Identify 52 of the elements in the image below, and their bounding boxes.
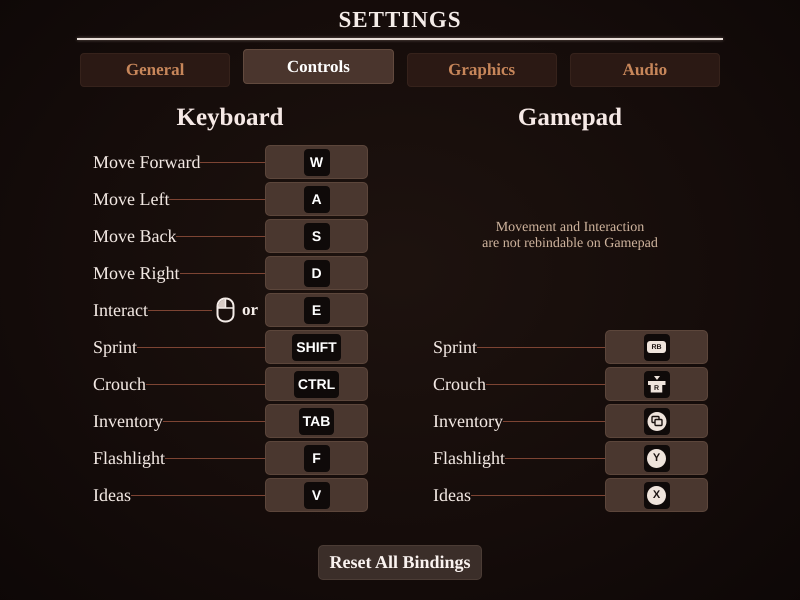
action-label: Move Left — [93, 188, 170, 210]
key-binding-button[interactable]: CTRL — [265, 367, 368, 401]
settings-title: SETTINGS — [338, 6, 462, 34]
reset-bindings-button[interactable]: Reset All Bindings — [318, 545, 482, 580]
action-label: Ideas — [93, 484, 131, 506]
action-label: Sprint — [433, 336, 478, 358]
tab[interactable]: General — [80, 53, 230, 87]
key-binding-button[interactable]: SHIFT — [265, 330, 368, 364]
key-cap: V — [304, 482, 330, 508]
key-cap: D — [304, 260, 330, 286]
action-label: Inventory — [93, 410, 163, 432]
face-button-glyph: Y — [644, 444, 670, 472]
key-binding-button[interactable]: A — [265, 182, 368, 216]
key-cap: S — [304, 222, 330, 250]
tab[interactable]: Controls — [243, 49, 394, 84]
key-cap: A — [304, 186, 330, 212]
key-binding-button[interactable]: TAB — [265, 404, 368, 438]
key-binding-button[interactable]: W — [265, 145, 368, 179]
or-label: or — [242, 300, 258, 320]
key-cap: TAB — [298, 408, 334, 434]
action-label: Ideas — [433, 484, 471, 506]
tab[interactable]: Audio — [570, 53, 720, 87]
section-heading: Gamepad — [518, 103, 622, 133]
action-label: Move Back — [93, 225, 176, 247]
key-binding-button[interactable]: E — [265, 293, 368, 327]
gamepad-binding-button[interactable]: Y — [605, 441, 708, 475]
key-binding-button[interactable]: V — [265, 478, 368, 512]
key-binding-button[interactable]: S — [265, 219, 368, 253]
gamepad-binding-button[interactable]: X — [605, 478, 708, 512]
mouse-icon — [216, 297, 235, 323]
tab[interactable]: Graphics — [406, 53, 557, 87]
view-button-icon — [644, 408, 670, 434]
key-binding-button[interactable]: D — [265, 256, 368, 290]
action-label: Flashlight — [433, 447, 506, 469]
action-label: Sprint — [93, 336, 138, 358]
action-label: Move Forward — [93, 151, 200, 173]
key-binding-button[interactable]: F — [265, 441, 368, 475]
key-cap: CTRL — [294, 370, 340, 398]
key-cap: SHIFT — [292, 334, 341, 360]
action-label: Move Right — [93, 262, 180, 284]
key-cap: W — [304, 148, 330, 176]
gamepad-note: Movement and Interaction are not rebindable on Gamepad — [482, 220, 658, 252]
action-label: Crouch — [433, 373, 486, 395]
action-label: Inventory — [433, 410, 503, 432]
gamepad-binding-button[interactable] — [605, 404, 708, 438]
section-heading: Keyboard — [176, 103, 284, 133]
action-label: Interact — [93, 299, 148, 321]
face-button-glyph: X — [644, 482, 670, 508]
action-label: Flashlight — [93, 447, 166, 469]
key-cap: E — [304, 296, 330, 324]
key-cap: F — [304, 444, 330, 472]
action-label: Crouch — [93, 373, 146, 395]
